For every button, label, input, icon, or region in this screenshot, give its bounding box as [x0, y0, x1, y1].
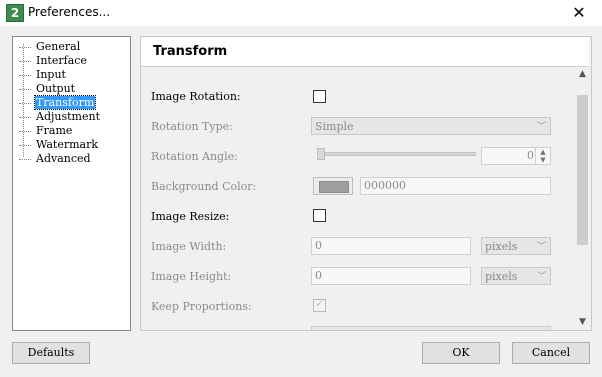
- tree-item-label: Output: [36, 82, 76, 95]
- rotation-type-label: Rotation Type:: [151, 120, 233, 133]
- tree-item-label: General: [36, 40, 81, 53]
- rotation-angle-spinbox[interactable]: 0 ▲ ▼: [481, 147, 551, 165]
- next-row-select[interactable]: [311, 326, 551, 330]
- background-color-hex-field[interactable]: 000000: [360, 177, 551, 195]
- settings-panel: Transform Image Rotation: Rotation Type:…: [140, 36, 592, 331]
- tree-item-frame[interactable]: Frame: [19, 124, 73, 137]
- close-icon[interactable]: ✕: [556, 0, 602, 26]
- image-height-value: 0: [315, 269, 322, 282]
- panel-title: Transform: [153, 44, 228, 59]
- rotation-angle-slider-thumb[interactable]: [317, 148, 325, 160]
- image-rotation-label: Image Rotation:: [151, 90, 241, 103]
- keep-proportions-label: Keep Proportions:: [151, 300, 252, 313]
- defaults-button[interactable]: Defaults: [12, 342, 90, 364]
- title-bar: 2 Preferences... ✕: [0, 0, 602, 26]
- chevron-down-icon: ﹀: [536, 242, 546, 252]
- image-resize-label: Image Resize:: [151, 210, 230, 223]
- image-rotation-checkbox[interactable]: [313, 90, 326, 103]
- tree-item-general[interactable]: General: [19, 40, 81, 53]
- tree-item-adjustment[interactable]: Adjustment: [19, 110, 101, 123]
- image-width-value: 0: [315, 239, 322, 252]
- keep-proportions-checkbox[interactable]: ✓: [313, 297, 326, 312]
- image-width-unit-select[interactable]: pixels ﹀: [481, 237, 551, 255]
- image-width-label: Image Width:: [151, 240, 227, 253]
- rotation-angle-label: Rotation Angle:: [151, 150, 238, 163]
- scroll-down-icon[interactable]: ▼: [575, 315, 590, 329]
- tree-item-watermark[interactable]: Watermark: [19, 138, 99, 151]
- scroll-thumb[interactable]: [577, 95, 588, 245]
- background-color-label: Background Color:: [151, 180, 257, 193]
- tree-item-label-selected: Transform: [33, 95, 97, 110]
- tree-item-label: Advanced: [36, 152, 91, 165]
- panel-scrollbar[interactable]: ▲ ▼: [575, 67, 590, 329]
- image-height-unit-value: pixels: [485, 270, 518, 283]
- image-width-field[interactable]: 0: [311, 237, 471, 255]
- cancel-button[interactable]: Cancel: [512, 342, 590, 364]
- tree-item-label: Adjustment: [36, 110, 100, 123]
- chevron-down-icon: ﹀: [536, 272, 546, 282]
- window-title: Preferences...: [28, 5, 111, 19]
- image-width-unit-value: pixels: [485, 240, 518, 253]
- tree-item-advanced[interactable]: Advanced: [19, 152, 92, 165]
- rotation-type-select[interactable]: Simple ﹀: [311, 117, 551, 135]
- rotation-type-value: Simple: [315, 120, 354, 133]
- chevron-down-icon: ﹀: [536, 122, 546, 132]
- spin-arrows-icon[interactable]: ▲ ▼: [535, 148, 550, 164]
- image-height-field[interactable]: 0: [311, 267, 471, 285]
- tree-item-interface[interactable]: Interface: [19, 54, 88, 67]
- color-swatch: [319, 181, 349, 193]
- tree-item-input[interactable]: Input: [19, 68, 67, 81]
- tree-item-label: Interface: [36, 54, 87, 67]
- background-color-hex-value: 000000: [364, 179, 406, 192]
- tree-item-label: Watermark: [36, 138, 99, 151]
- image-height-label: Image Height:: [151, 270, 232, 283]
- image-resize-checkbox[interactable]: [313, 209, 326, 222]
- background-color-button[interactable]: [313, 177, 353, 195]
- scroll-up-icon[interactable]: ▲: [575, 67, 590, 81]
- tree-item-label: Input: [36, 68, 66, 81]
- image-height-unit-select[interactable]: pixels ﹀: [481, 267, 551, 285]
- tree-item-transform[interactable]: Transform: [19, 95, 97, 110]
- panel-header: Transform: [141, 37, 589, 67]
- app-icon: 2: [6, 4, 24, 22]
- category-tree[interactable]: General Interface Input Output Transform…: [12, 36, 131, 331]
- rotation-angle-value: 0: [527, 149, 534, 162]
- rotation-angle-slider-track[interactable]: [319, 152, 476, 156]
- tree-item-output[interactable]: Output: [19, 82, 76, 95]
- tree-item-label: Frame: [36, 124, 73, 137]
- ok-button[interactable]: OK: [422, 342, 500, 364]
- checkmark-icon: ✓: [315, 297, 325, 310]
